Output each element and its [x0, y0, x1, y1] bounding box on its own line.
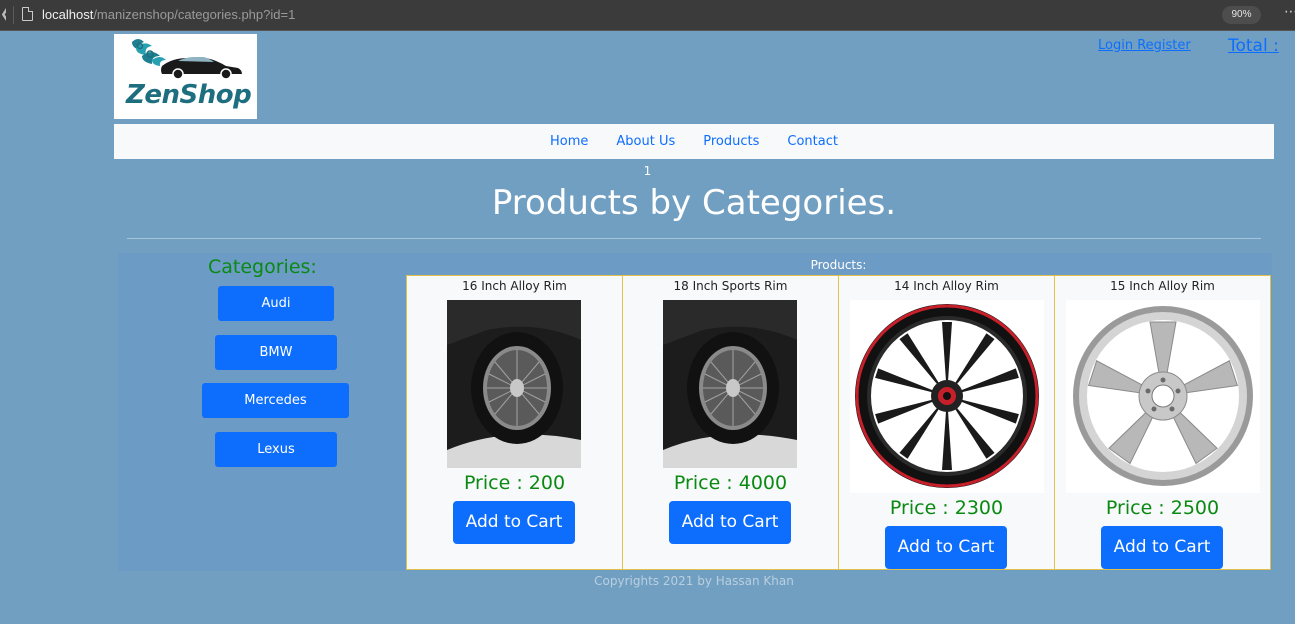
- back-arrow-icon[interactable]: ❮: [0, 8, 6, 22]
- nav-about-us[interactable]: About Us: [616, 134, 675, 150]
- products-heading: Products:: [810, 258, 867, 272]
- cart-total-link[interactable]: Total :: [1228, 36, 1279, 56]
- add-to-cart-button[interactable]: Add to Cart: [669, 501, 791, 544]
- browser-toolbar: ❮ localhost/manizenshop/categories.php?i…: [0, 0, 1295, 31]
- product-image[interactable]: [850, 300, 1044, 493]
- product-card: 16 Inch Alloy Rim Price : 200 Add to Car…: [406, 275, 623, 570]
- url-path: /manizenshop/categories.php?id=1: [93, 7, 296, 22]
- product-name: 18 Inch Sports Rim: [673, 279, 788, 293]
- main-navbar: Home About Us Products Contact: [114, 124, 1274, 159]
- product-image[interactable]: [663, 300, 797, 468]
- product-image[interactable]: [1066, 300, 1260, 493]
- product-name: 14 Inch Alloy Rim: [894, 279, 999, 293]
- product-price: Price : 4000: [673, 472, 788, 494]
- title-divider: [127, 238, 1261, 239]
- logo-text: ZenShop: [126, 80, 252, 110]
- category-id-text: 1: [643, 164, 652, 178]
- product-price: Price : 2500: [1105, 497, 1220, 519]
- page-title: Products by Categories.: [491, 183, 897, 223]
- footer-copyright: Copyrights 2021 by Hassan Khan: [594, 574, 794, 588]
- add-to-cart-button[interactable]: Add to Cart: [1101, 526, 1223, 569]
- nav-contact[interactable]: Contact: [787, 134, 838, 150]
- nav-home[interactable]: Home: [550, 134, 588, 150]
- nav-products[interactable]: Products: [703, 134, 759, 150]
- url-host: localhost: [42, 7, 94, 22]
- category-button-mercedes[interactable]: Mercedes: [202, 383, 349, 418]
- login-register-link[interactable]: Login Register: [1098, 38, 1191, 53]
- category-button-audi[interactable]: Audi: [218, 286, 334, 321]
- product-name: 16 Inch Alloy Rim: [462, 279, 567, 293]
- toolbar-separator: [13, 6, 14, 24]
- product-card: 18 Inch Sports Rim Price : 4000 Add to C…: [622, 275, 839, 570]
- product-card: 15 Inch Alloy Rim Price : 2500 Add to Ca…: [1054, 275, 1271, 570]
- categories-heading: Categories:: [208, 256, 317, 278]
- product-name: 15 Inch Alloy Rim: [1110, 279, 1215, 293]
- product-price: Price : 200: [463, 472, 566, 494]
- category-button-bmw[interactable]: BMW: [215, 335, 337, 370]
- product-card: 14 Inch Alloy Rim Price: 2300 Add to Ca…: [838, 275, 1055, 570]
- address-bar[interactable]: localhost/manizenshop/categories.php?id=…: [42, 7, 295, 23]
- product-image[interactable]: [447, 300, 581, 468]
- add-to-cart-button[interactable]: Add to Cart: [453, 501, 575, 544]
- add-to-cart-button[interactable]: Add to Cart: [885, 526, 1007, 569]
- category-button-lexus[interactable]: Lexus: [215, 432, 337, 467]
- more-menu-icon[interactable]: ⋯: [1284, 4, 1295, 20]
- site-logo[interactable]: ZenShop: [114, 34, 257, 119]
- page-icon: [22, 7, 33, 21]
- product-price: Price : 2300: [889, 497, 1004, 519]
- zoom-badge[interactable]: 90%: [1222, 6, 1261, 24]
